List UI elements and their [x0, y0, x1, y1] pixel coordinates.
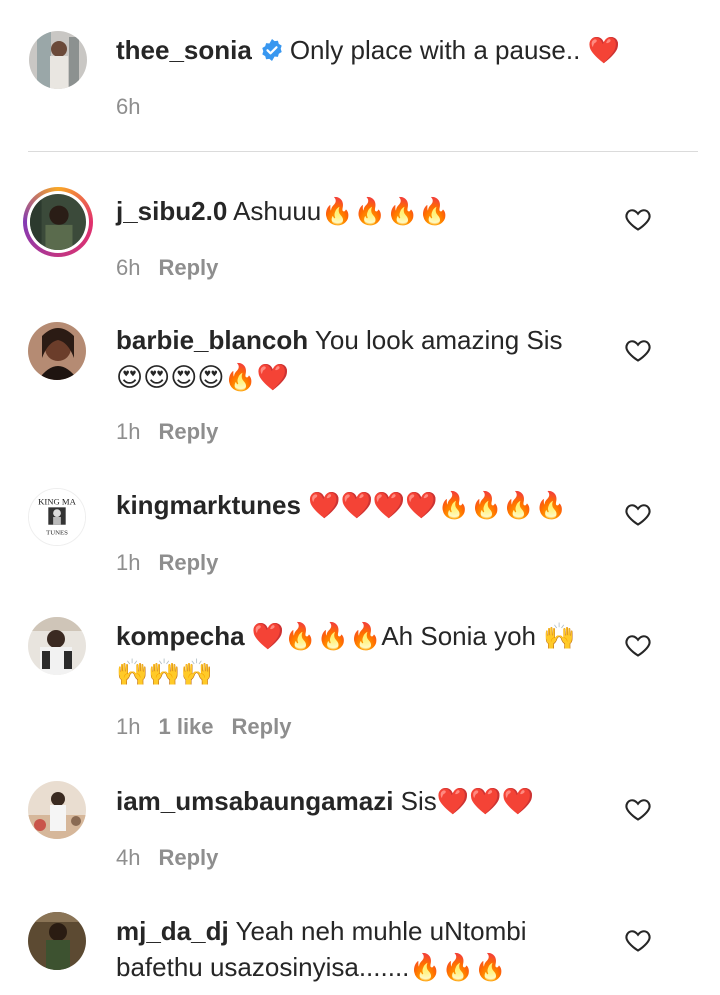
like-heart-icon[interactable]: [624, 926, 652, 954]
like-heart-icon[interactable]: [624, 631, 652, 659]
comment-line-1: mj_da_dj Yeah neh muhle uNtombi: [116, 914, 527, 948]
comment-meta: 1h Reply: [116, 550, 236, 576]
reply-button[interactable]: Reply: [158, 550, 218, 575]
comment-line-1: iam_umsabaungamazi Sis❤️❤️❤️: [116, 784, 534, 818]
comment-text: You look amazing Sis: [314, 325, 563, 355]
comment-text: Ashuuu🔥🔥🔥🔥: [233, 196, 451, 226]
comment-username[interactable]: j_sibu2.0: [116, 196, 227, 226]
reply-button[interactable]: Reply: [158, 419, 218, 444]
like-heart-icon[interactable]: [624, 500, 652, 528]
caption-line: thee_sonia Only place with a pause.. ❤️: [116, 33, 620, 67]
verified-badge-icon: [260, 36, 284, 61]
comment-username[interactable]: iam_umsabaungamazi: [116, 786, 393, 816]
comment-line-1: barbie_blancoh You look amazing Sis: [116, 323, 563, 357]
commenter-avatar[interactable]: [28, 322, 86, 380]
commenter-avatar[interactable]: [28, 781, 86, 839]
comment-meta: 4h Reply: [116, 845, 236, 871]
caption-author-avatar[interactable]: [29, 31, 87, 89]
story-ring[interactable]: [23, 187, 93, 257]
likes-count-link[interactable]: 1 like: [158, 714, 213, 739]
commenter-avatar[interactable]: [28, 617, 86, 675]
comment-timestamp: 1h: [116, 550, 141, 575]
logo-bottom-text: TUNES: [46, 529, 68, 536]
comment-meta: 6h Reply: [116, 255, 236, 281]
commenter-avatar[interactable]: [28, 912, 86, 970]
comment-username[interactable]: barbie_blancoh: [116, 325, 308, 355]
comment-line-2: 🙌🙌🙌: [116, 657, 214, 687]
logo-top-text: KING MA: [38, 496, 77, 506]
comment-username[interactable]: kompecha: [116, 621, 245, 651]
commenter-avatar: [30, 194, 86, 250]
comment-meta: 1h 1 like Reply: [116, 714, 309, 740]
caption-text: Only place with a pause.. ❤️: [289, 35, 620, 65]
comment-meta: 1h Reply: [116, 419, 236, 445]
reply-button[interactable]: Reply: [158, 255, 218, 280]
comment-timestamp: 1h: [116, 714, 141, 739]
comment-timestamp: 4h: [116, 845, 141, 870]
comment-username[interactable]: kingmarktunes: [116, 490, 301, 520]
caption-divider: [28, 151, 698, 152]
comment-text: ❤️❤️❤️❤️🔥🔥🔥🔥: [308, 490, 568, 520]
caption-timestamp: 6h: [116, 94, 141, 119]
comment-line-1: kompecha ❤️🔥🔥🔥Ah Sonia yoh 🙌: [116, 619, 576, 653]
comment-username[interactable]: mj_da_dj: [116, 916, 229, 946]
caption-meta: 6h: [116, 94, 158, 120]
reply-button[interactable]: Reply: [158, 845, 218, 870]
comment-line-2: bafethu usazosinyisa.......🔥🔥🔥: [116, 952, 507, 982]
comment-timestamp: 6h: [116, 255, 141, 280]
like-heart-icon[interactable]: [624, 205, 652, 233]
comment-line-2: 😍😍😍😍🔥❤️: [116, 362, 290, 392]
comment-text: Yeah neh muhle uNtombi: [235, 916, 527, 946]
comment-line-1: j_sibu2.0 Ashuuu🔥🔥🔥🔥: [116, 194, 451, 228]
like-heart-icon[interactable]: [624, 336, 652, 364]
comment-text: Sis❤️❤️❤️: [400, 786, 534, 816]
comment-timestamp: 1h: [116, 419, 141, 444]
comment-text: ❤️🔥🔥🔥Ah Sonia yoh 🙌: [251, 621, 576, 651]
comment-line-1: kingmarktunes ❤️❤️❤️❤️🔥🔥🔥🔥: [116, 488, 567, 522]
like-heart-icon[interactable]: [624, 795, 652, 823]
commenter-avatar[interactable]: KING MA TUNES: [28, 488, 86, 546]
post-caption: thee_sonia Only place with a pause.. ❤️ 6…: [0, 0, 720, 152]
reply-button[interactable]: Reply: [232, 714, 292, 739]
caption-username[interactable]: thee_sonia: [116, 35, 252, 65]
